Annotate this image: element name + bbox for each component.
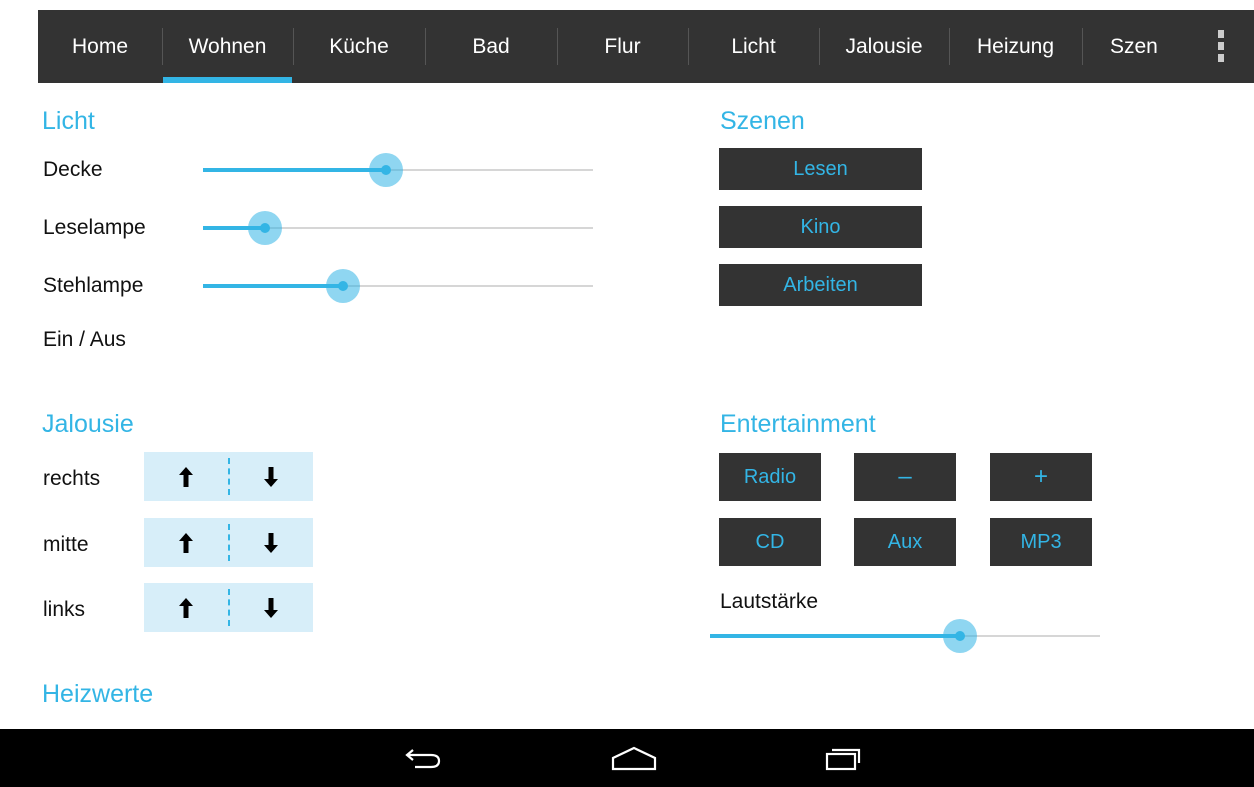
cd-button[interactable]: CD [719, 518, 821, 566]
slider-label-stehlampe: Stehlampe [43, 274, 144, 297]
jalousie-label-mitte: mitte [43, 533, 89, 556]
heizwerte-title: Heizwerte [42, 680, 154, 708]
slider-fill [203, 284, 344, 288]
volume-label: Lautstärke [720, 590, 819, 613]
slider-thumb[interactable] [942, 619, 977, 653]
slider-thumb[interactable] [369, 153, 404, 187]
jalousie-control-mitte [144, 518, 313, 567]
jalousie-down-button[interactable] [229, 518, 313, 567]
tab-wohnen[interactable]: Wohnen [162, 10, 293, 83]
tab-label: Szen [1110, 34, 1158, 58]
overflow-menu-icon[interactable] [1218, 30, 1224, 62]
slider-label-leselampe: Leselampe [43, 216, 146, 239]
arrow-down-icon [264, 466, 278, 487]
arrow-down-icon [264, 597, 278, 618]
jalousie-label-links: links [43, 598, 86, 621]
tab-kueche[interactable]: Küche [293, 10, 425, 83]
slider-fill [203, 168, 387, 172]
status-bar [0, 0, 1254, 10]
navigation-bar [0, 729, 1254, 787]
slider-thumb[interactable] [326, 269, 361, 303]
scene-arbeiten-button[interactable]: Arbeiten [719, 264, 922, 306]
jalousie-up-button[interactable] [144, 583, 228, 632]
jalousie-up-button[interactable] [144, 518, 228, 567]
tab-label: Wohnen [188, 34, 267, 58]
tab-bad[interactable]: Bad [425, 10, 557, 83]
jalousie-down-button[interactable] [229, 583, 313, 632]
back-button[interactable] [383, 729, 463, 787]
volume-slider[interactable] [710, 616, 1100, 656]
tab-home[interactable]: Home [38, 10, 162, 83]
tab-bar: Home Wohnen Küche Bad Flur Licht Jalousi… [38, 10, 1254, 83]
jalousie-label-rechts: rechts [43, 467, 101, 490]
jalousie-control-links [144, 583, 313, 632]
leselampe-slider[interactable] [203, 208, 593, 248]
szenen-title: Szenen [720, 107, 805, 135]
scene-kino-button[interactable]: Kino [719, 206, 922, 248]
aux-button[interactable]: Aux [854, 518, 956, 566]
tab-licht[interactable]: Licht [688, 10, 819, 83]
tab-label: Flur [604, 34, 641, 58]
scene-lesen-button[interactable]: Lesen [719, 148, 922, 190]
arrow-up-icon [179, 532, 193, 553]
tab-label: Jalousie [845, 34, 923, 58]
tab-label: Licht [731, 34, 776, 58]
volume-down-button[interactable]: – [854, 453, 956, 501]
home-icon [611, 746, 657, 771]
radio-button[interactable]: Radio [719, 453, 821, 501]
volume-up-button[interactable]: + [990, 453, 1092, 501]
arrow-up-icon [179, 597, 193, 618]
arrow-up-icon [179, 466, 193, 487]
slider-label-decke: Decke [43, 158, 103, 181]
jalousie-control-rechts [144, 452, 313, 501]
tab-flur[interactable]: Flur [557, 10, 688, 83]
slider-fill [710, 634, 960, 638]
recent-apps-button[interactable] [803, 729, 883, 787]
jalousie-up-button[interactable] [144, 452, 228, 501]
tab-label: Heizung [976, 34, 1055, 58]
stehlampe-slider[interactable] [203, 266, 593, 306]
jalousie-down-button[interactable] [229, 452, 313, 501]
mp3-button[interactable]: MP3 [990, 518, 1092, 566]
tab-heizung[interactable]: Heizung [949, 10, 1082, 83]
ein-aus-toggle[interactable]: Ein / Aus [43, 328, 126, 352]
back-icon [405, 749, 441, 769]
tab-jalousie[interactable]: Jalousie [819, 10, 949, 83]
licht-title: Licht [42, 107, 95, 135]
recent-apps-icon [825, 748, 861, 771]
decke-slider[interactable] [203, 150, 593, 190]
tab-label: Küche [329, 34, 389, 58]
arrow-down-icon [264, 532, 278, 553]
tab-szenen[interactable]: Szen [1082, 10, 1170, 83]
jalousie-title: Jalousie [42, 410, 134, 438]
tab-label: Home [71, 34, 129, 58]
slider-thumb[interactable] [248, 211, 283, 245]
tab-label: Bad [472, 34, 510, 58]
home-button[interactable] [594, 729, 674, 787]
entertainment-title: Entertainment [720, 410, 876, 438]
